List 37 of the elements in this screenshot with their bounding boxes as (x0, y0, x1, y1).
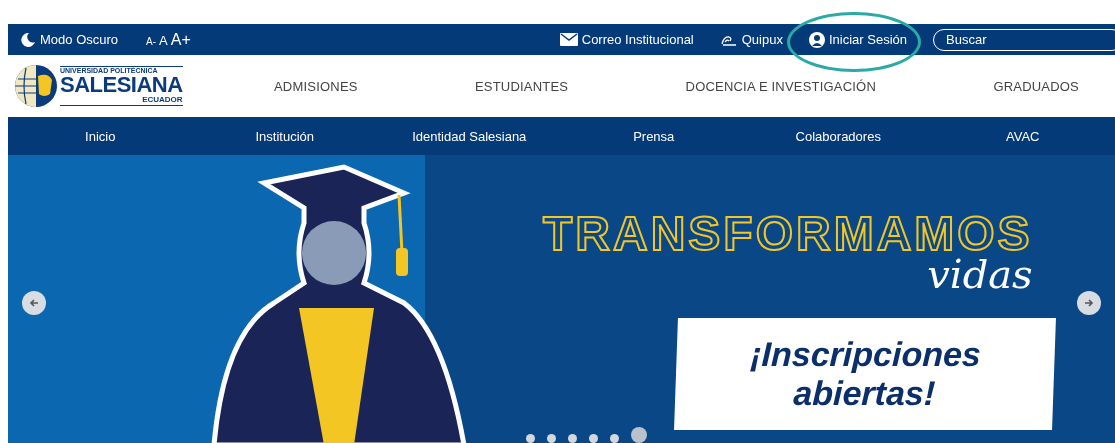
hand-icon (719, 33, 738, 46)
font-size-button[interactable]: A- (146, 35, 157, 47)
next-slide-button[interactable] (1077, 291, 1101, 315)
top-link[interactable]: Correo Institucional (559, 32, 694, 47)
banner-text: ¡Inscripciones (749, 334, 982, 374)
sub-nav-link[interactable]: AVAC (1006, 128, 1040, 144)
sub-nav-link[interactable]: Institución (255, 128, 314, 144)
font-size-button[interactable]: A+ (170, 30, 191, 49)
mail-icon (559, 33, 578, 46)
slide-dot[interactable] (526, 434, 535, 443)
search-field[interactable]: Buscar (933, 28, 1115, 51)
main-nav-link[interactable]: ADMISIONES (274, 78, 358, 94)
logo-country: ECUADOR (142, 96, 183, 105)
slide-dot[interactable] (568, 434, 577, 443)
sub-nav-link[interactable]: Colaboradores (795, 128, 881, 144)
right-arrow-icon (1084, 298, 1094, 308)
top-link[interactable]: Iniciar Sesión (808, 31, 907, 48)
main-nav-link[interactable]: GRADUADOS (993, 78, 1079, 94)
sub-nav-link[interactable]: Prensa (633, 128, 675, 144)
sub-nav-link[interactable]: Identidad Salesiana (412, 128, 527, 144)
main-nav-link[interactable]: ESTUDIANTES (475, 78, 569, 94)
banner-text: abiertas! (792, 374, 936, 414)
dark-mode-toggle[interactable]: Modo Oscuro (20, 31, 119, 48)
slide-dot[interactable] (631, 427, 647, 443)
slide-dot[interactable] (547, 434, 556, 443)
globe-logo-icon (14, 64, 58, 108)
moon-icon (20, 31, 36, 48)
slide-dot[interactable] (610, 434, 619, 443)
logo-name: SALESIANA (60, 74, 183, 97)
main-nav-link[interactable]: DOCENCIA E INVESTIGACIÓN (685, 78, 876, 94)
previous-slide-button[interactable] (22, 291, 46, 315)
sub-nav-link[interactable]: Inicio (85, 128, 116, 144)
user-icon (808, 31, 825, 48)
font-size-button[interactable]: A (159, 32, 168, 48)
left-arrow-icon (29, 298, 39, 308)
top-link[interactable]: Quipux (719, 32, 783, 47)
slide-dot[interactable] (589, 434, 598, 443)
